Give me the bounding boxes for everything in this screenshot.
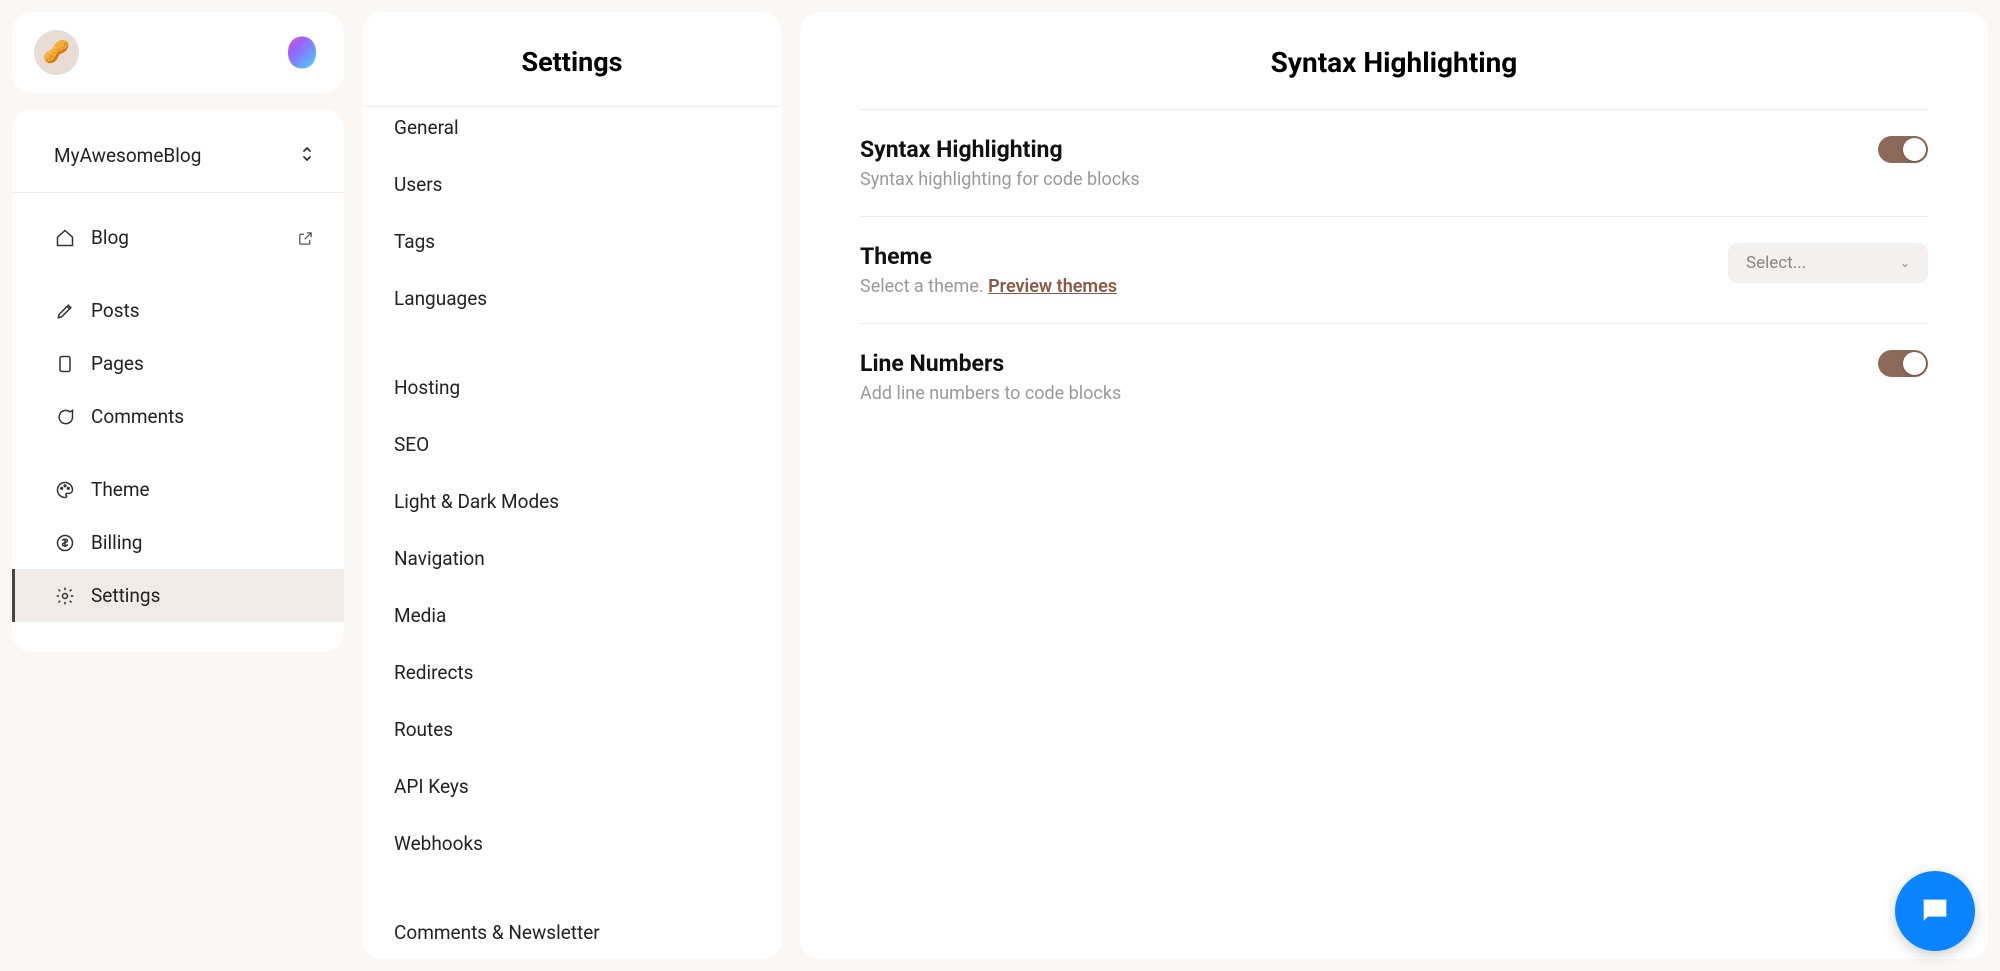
palette-icon <box>54 479 76 501</box>
chat-bubble-icon <box>1918 894 1952 928</box>
settings-item-light-dark[interactable]: Light & Dark Modes <box>362 473 782 530</box>
setting-desc: Select a theme. Preview themes <box>860 276 1728 297</box>
settings-item-api-keys[interactable]: API Keys <box>362 758 782 815</box>
app-logo[interactable]: 🥜 <box>34 30 79 75</box>
external-link-icon <box>297 229 314 246</box>
sidebar: 🥜 MyAwesomeBlog Blog <box>12 12 344 959</box>
setting-desc: Add line numbers to code blocks <box>860 383 1878 404</box>
gear-icon <box>54 585 76 607</box>
setting-row-syntax-highlighting: Syntax Highlighting Syntax highlighting … <box>860 110 1928 217</box>
settings-item-routes[interactable]: Routes <box>362 701 782 758</box>
nav-section-content: Posts Pages Comments <box>12 274 344 453</box>
settings-list[interactable]: General Users Tags Languages Hosting SEO… <box>362 107 782 959</box>
settings-title: Settings <box>362 12 782 107</box>
settings-item-redirects[interactable]: Redirects <box>362 644 782 701</box>
sidebar-item-posts[interactable]: Posts <box>12 284 344 337</box>
setting-label: Line Numbers <box>860 350 1878 377</box>
line-numbers-toggle[interactable] <box>1878 350 1928 377</box>
header-card: 🥜 <box>12 12 344 93</box>
preview-themes-link[interactable]: Preview themes <box>988 276 1117 297</box>
sidebar-item-pages[interactable]: Pages <box>12 337 344 390</box>
theme-select[interactable]: Select... ⌄ <box>1728 243 1928 283</box>
nav-section-config: Theme Billing Settings <box>12 453 344 632</box>
chat-widget-button[interactable] <box>1895 871 1975 951</box>
settings-item-comments-newsletter[interactable]: Comments & Newsletter <box>362 904 782 959</box>
pencil-icon <box>54 300 76 322</box>
chat-icon <box>54 406 76 428</box>
syntax-highlighting-toggle[interactable] <box>1878 136 1928 163</box>
sidebar-item-label: Pages <box>91 352 144 375</box>
setting-desc: Syntax highlighting for code blocks <box>860 169 1878 190</box>
dollar-icon <box>54 532 76 554</box>
site-selector[interactable]: MyAwesomeBlog <box>12 119 344 193</box>
updown-icon <box>300 145 314 167</box>
select-placeholder: Select... <box>1746 253 1806 273</box>
sidebar-item-label: Posts <box>91 299 140 322</box>
settings-item-languages[interactable]: Languages <box>362 270 782 327</box>
settings-item-users[interactable]: Users <box>362 156 782 213</box>
main-panel: Syntax Highlighting Syntax Highlighting … <box>800 12 1988 959</box>
home-icon <box>54 227 76 249</box>
sidebar-item-comments[interactable]: Comments <box>12 390 344 443</box>
setting-desc-text: Select a theme. <box>860 276 988 297</box>
settings-item-navigation[interactable]: Navigation <box>362 530 782 587</box>
sidebar-item-label: Blog <box>91 226 129 249</box>
settings-item-hosting[interactable]: Hosting <box>362 359 782 416</box>
chevron-down-icon: ⌄ <box>1900 256 1910 270</box>
setting-label: Syntax Highlighting <box>860 136 1878 163</box>
sidebar-item-label: Billing <box>91 531 142 554</box>
setting-label-group: Syntax Highlighting Syntax highlighting … <box>860 136 1878 190</box>
settings-item-media[interactable]: Media <box>362 587 782 644</box>
settings-item-general[interactable]: General <box>362 107 782 156</box>
setting-label-group: Line Numbers Add line numbers to code bl… <box>860 350 1878 404</box>
sidebar-item-theme[interactable]: Theme <box>12 463 344 516</box>
sidebar-item-label: Settings <box>91 584 160 607</box>
setting-row-line-numbers: Line Numbers Add line numbers to code bl… <box>860 324 1928 430</box>
sidebar-item-label: Theme <box>91 478 150 501</box>
logo-emoji: 🥜 <box>43 40 70 65</box>
settings-item-tags[interactable]: Tags <box>362 213 782 270</box>
site-name: MyAwesomeBlog <box>54 144 201 167</box>
page-title: Syntax Highlighting <box>860 46 1928 110</box>
nav-section-blog: Blog <box>12 201 344 274</box>
nav-card: MyAwesomeBlog Blog Posts <box>12 109 344 652</box>
settings-item-webhooks[interactable]: Webhooks <box>362 815 782 872</box>
sidebar-item-label: Comments <box>91 405 184 428</box>
setting-row-theme: Theme Select a theme. Preview themes Sel… <box>860 217 1928 324</box>
settings-column: Settings General Users Tags Languages Ho… <box>362 12 782 959</box>
setting-label: Theme <box>860 243 1728 270</box>
page-icon <box>54 353 76 375</box>
avatar[interactable] <box>282 33 322 73</box>
sidebar-item-billing[interactable]: Billing <box>12 516 344 569</box>
setting-label-group: Theme Select a theme. Preview themes <box>860 243 1728 297</box>
sidebar-item-settings[interactable]: Settings <box>12 569 344 622</box>
settings-item-seo[interactable]: SEO <box>362 416 782 473</box>
sidebar-item-blog[interactable]: Blog <box>12 211 344 264</box>
